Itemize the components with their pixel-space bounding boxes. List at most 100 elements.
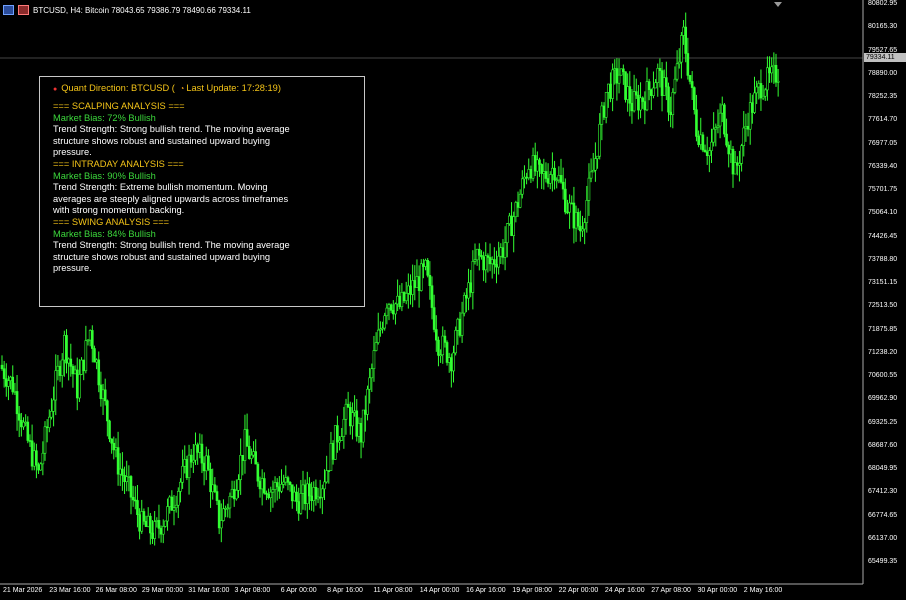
- candle-body: [9, 376, 12, 381]
- candle-body: [761, 95, 765, 99]
- candle-body: [366, 388, 369, 415]
- candle-body: [177, 491, 180, 506]
- candle-body: [596, 155, 599, 159]
- candle-body: [561, 181, 565, 190]
- candle-body: [467, 282, 470, 299]
- candle-body: [544, 171, 548, 179]
- candle-body: [86, 339, 90, 342]
- candle-body: [166, 506, 169, 522]
- time-tick-label: 3 Apr 08:00: [234, 587, 271, 594]
- price-tick-label: 73151.15: [868, 279, 898, 286]
- candle-body: [258, 480, 262, 490]
- candle-body: [84, 340, 88, 372]
- candle-body: [368, 377, 371, 390]
- candle-body: [209, 468, 212, 493]
- candle-body: [462, 295, 466, 314]
- candle-body: [628, 86, 632, 104]
- candle-body: [305, 483, 309, 504]
- candle-body: [538, 159, 541, 165]
- candle-body: [22, 421, 25, 428]
- candle-body: [226, 507, 230, 510]
- price-tick-label: 71875.85: [868, 325, 898, 333]
- swing-trend: Trend Strength: Strong bullish trend. Th…: [53, 240, 290, 274]
- candle-body: [372, 350, 376, 370]
- scalping-heading: === SCALPING ANALYSIS ===: [53, 101, 185, 111]
- candle-body: [383, 315, 387, 329]
- candle-body: [155, 520, 159, 522]
- candle-body: [477, 248, 481, 256]
- candle-body: [364, 409, 367, 415]
- candle-body: [75, 369, 79, 399]
- candle-body: [490, 259, 494, 265]
- clock-icon: ◔: [179, 84, 185, 93]
- candle-body: [770, 66, 774, 74]
- candle-body: [589, 171, 593, 179]
- candle-body: [275, 482, 279, 488]
- candle-body: [667, 86, 670, 113]
- candle-body: [101, 389, 105, 400]
- candle-body: [613, 68, 617, 71]
- candle-body: [400, 292, 404, 308]
- candle-body: [660, 70, 664, 96]
- candle-body: [174, 504, 178, 509]
- price-tick-label: 80802.95: [868, 0, 898, 7]
- candle-body: [267, 493, 270, 499]
- candle-body: [338, 440, 341, 443]
- candle-body: [389, 304, 393, 311]
- candle-body: [604, 92, 608, 118]
- candle-body: [546, 178, 550, 184]
- price-tick-label: 78890.00: [868, 69, 898, 77]
- candle-body: [256, 463, 260, 482]
- candle-body: [720, 104, 724, 114]
- candle-body: [774, 64, 778, 83]
- candle-body: [751, 102, 754, 113]
- candle-body: [327, 470, 331, 472]
- panel-title-text: Quant Direction: BTCUSD (: [61, 83, 175, 93]
- candle-body: [415, 276, 419, 288]
- candle-body: [56, 365, 60, 371]
- candle-body: [312, 487, 316, 502]
- candle-body: [529, 169, 533, 179]
- candle-body: [555, 179, 559, 182]
- candle-body: [708, 150, 711, 157]
- candle-body: [536, 159, 539, 172]
- candle-body: [744, 126, 748, 129]
- candle-body: [172, 507, 176, 511]
- candle-body: [622, 68, 625, 72]
- candle-body: [557, 175, 561, 181]
- candle-body: [95, 359, 98, 363]
- candle-body: [222, 508, 225, 521]
- candle-body: [181, 465, 184, 483]
- candle-body: [551, 167, 554, 175]
- candle-body: [385, 307, 389, 317]
- candle-body: [361, 409, 365, 443]
- chart-shift-marker-icon[interactable]: [774, 2, 782, 7]
- candle-body: [776, 80, 780, 83]
- candle-body: [407, 285, 410, 294]
- candle-body: [705, 151, 709, 157]
- candle-body: [454, 330, 457, 354]
- chart-header-text: BTCUSD, H4: Bitcoin 78043.65 79386.79 78…: [33, 5, 251, 15]
- candle-body: [411, 280, 414, 295]
- candle-body: [110, 438, 113, 444]
- candle-body: [35, 450, 38, 466]
- candle-body: [740, 145, 743, 164]
- candle-body: [318, 496, 322, 499]
- candle-body: [47, 416, 51, 428]
- candle-body: [723, 104, 726, 135]
- candle-body: [273, 482, 277, 490]
- candle-body: [527, 169, 531, 179]
- candle-body: [609, 83, 612, 99]
- candle-body: [185, 459, 189, 479]
- candle-body: [82, 359, 85, 372]
- candle-body: [202, 462, 206, 472]
- intraday-trend: Trend Strength: Extreme bullish momentum…: [53, 182, 289, 216]
- candle-body: [247, 446, 251, 459]
- candle-body: [634, 91, 638, 96]
- candle-body: [755, 86, 758, 94]
- candle-body: [93, 348, 96, 363]
- candle-body: [637, 94, 640, 111]
- scalping-bias: Market Bias: 72% Bullish: [53, 112, 156, 123]
- candle-body: [495, 264, 498, 268]
- candle-body: [688, 75, 692, 82]
